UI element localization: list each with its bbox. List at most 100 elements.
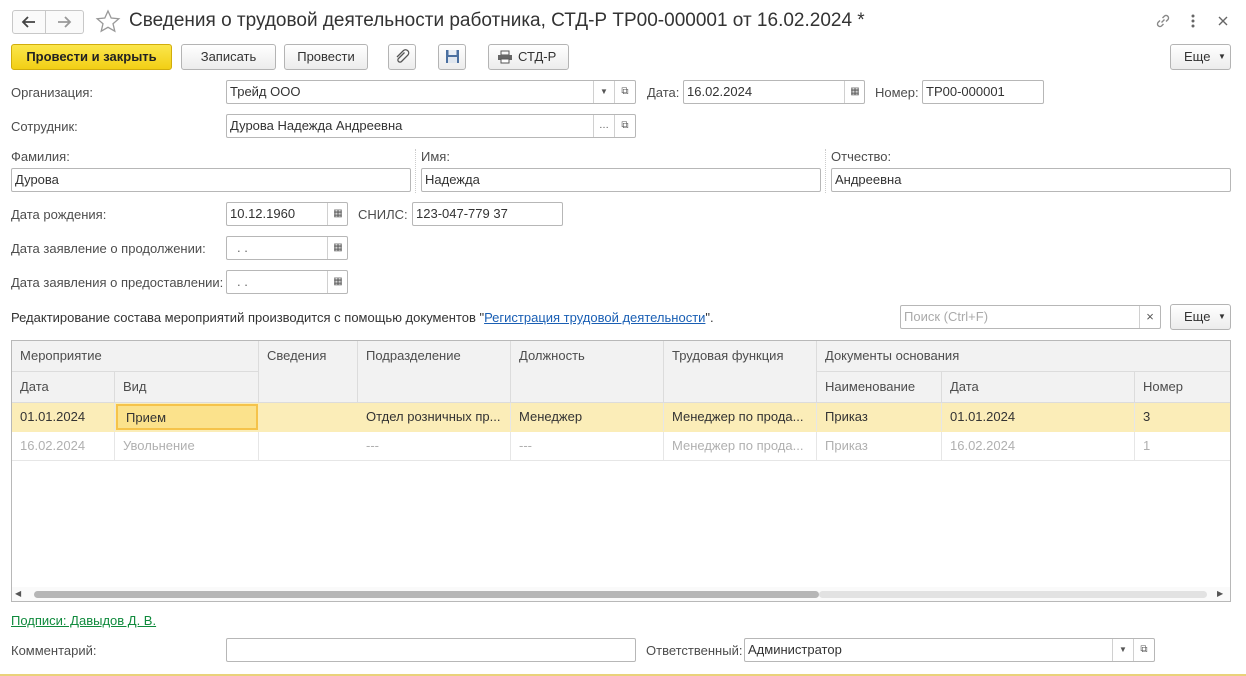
cell-kind[interactable]: Прием	[116, 404, 258, 430]
firstname-value: Надежда	[425, 172, 480, 187]
cell-dept: Отдел розничных пр...	[358, 403, 511, 431]
responsible-dropdown-icon[interactable]: ▼	[1112, 639, 1133, 661]
header-doc-name: Наименование	[817, 372, 942, 403]
cell-doc-name: Приказ	[817, 432, 942, 460]
comment-label: Комментарий:	[11, 643, 97, 658]
arrow-left-icon	[21, 16, 35, 28]
scroll-left-icon[interactable]: ◀	[15, 587, 21, 601]
scrollbar-thumb[interactable]	[34, 591, 819, 598]
back-button[interactable]	[12, 10, 46, 34]
header-position: Должность	[511, 341, 664, 403]
cell-date: 01.01.2024	[12, 403, 115, 431]
snils-field[interactable]: 123-047-779 37	[412, 202, 563, 226]
post-button[interactable]: Провести	[284, 44, 368, 70]
attach-button[interactable]	[388, 44, 416, 70]
comment-field[interactable]	[226, 638, 636, 662]
patronymic-field[interactable]: Андреевна	[831, 168, 1231, 192]
scroll-right-icon[interactable]: ▶	[1217, 587, 1223, 601]
responsible-label: Ответственный:	[646, 643, 743, 658]
info-suffix: ".	[705, 310, 714, 325]
cell-function: Менеджер по прода...	[664, 403, 817, 431]
employee-select-icon[interactable]: …	[593, 115, 614, 137]
favorite-star-icon[interactable]	[95, 9, 121, 35]
calendar-icon[interactable]: ▦	[327, 271, 347, 293]
responsible-open-icon[interactable]: ⧉	[1133, 639, 1154, 661]
arrow-right-icon	[58, 16, 72, 28]
floppy-disk-icon	[446, 50, 459, 63]
table-row[interactable]: 01.01.2024 Прием Отдел розничных пр... М…	[12, 403, 1230, 432]
search-input[interactable]: Поиск (Ctrl+F) ×	[900, 305, 1161, 329]
responsible-field[interactable]: Администратор ▼ ⧉	[744, 638, 1155, 662]
cell-date: 16.02.2024	[12, 432, 115, 460]
search-placeholder: Поиск (Ctrl+F)	[904, 309, 989, 324]
paperclip-icon	[396, 49, 410, 63]
save-button[interactable]: Записать	[181, 44, 276, 70]
provision-date-value: . .	[237, 274, 248, 289]
printer-icon	[498, 50, 512, 64]
provision-date-label: Дата заявления о предоставлении:	[11, 275, 224, 290]
horizontal-scrollbar[interactable]: ◀ ▶	[12, 587, 1230, 601]
link-icon[interactable]	[1154, 12, 1172, 30]
table-more-button[interactable]: Еще ▼	[1170, 304, 1231, 330]
employee-label: Сотрудник:	[11, 119, 78, 134]
patronymic-value: Андреевна	[835, 172, 902, 187]
search-clear-icon[interactable]: ×	[1139, 306, 1160, 328]
more-button[interactable]: Еще ▼	[1170, 44, 1231, 70]
events-table[interactable]: Мероприятие Дата Вид Сведения Подразделе…	[11, 340, 1231, 602]
cell-doc-date: 01.01.2024	[942, 403, 1135, 431]
org-value: Трейд ООО	[230, 84, 301, 99]
responsible-value: Администратор	[748, 642, 842, 657]
header-date: Дата	[12, 372, 115, 403]
header-dept: Подразделение	[358, 341, 511, 403]
window-title: Сведения о трудовой деятельности работни…	[129, 10, 865, 31]
registration-link[interactable]: Регистрация трудовой деятельности	[484, 310, 705, 325]
org-dropdown-icon[interactable]: ▼	[593, 81, 614, 103]
more-label: Еще	[1184, 49, 1211, 64]
employee-open-icon[interactable]: ⧉	[614, 115, 635, 137]
cell-doc-number: 1	[1135, 432, 1230, 460]
number-field[interactable]: ТР00-000001	[922, 80, 1044, 104]
info-text: Редактирование состава мероприятий произ…	[11, 310, 714, 326]
divider	[415, 149, 417, 193]
lastname-value: Дурова	[15, 172, 59, 187]
firstname-label: Имя:	[421, 149, 450, 164]
calendar-icon[interactable]: ▦	[844, 81, 864, 103]
employee-field[interactable]: Дурова Надежда Андреевна … ⧉	[226, 114, 636, 138]
table-row[interactable]: 16.02.2024 Увольнение --- --- Менеджер п…	[12, 432, 1230, 461]
number-value: ТР00-000001	[926, 84, 1005, 99]
continuation-date-label: Дата заявление о продолжении:	[11, 241, 206, 256]
birth-field[interactable]: 10.12.1960 ▦	[226, 202, 348, 226]
org-open-icon[interactable]: ⧉	[614, 81, 635, 103]
continuation-date-field[interactable]: . . ▦	[226, 236, 348, 260]
birth-label: Дата рождения:	[11, 207, 107, 222]
divider	[825, 149, 827, 193]
more-vertical-icon[interactable]	[1186, 12, 1200, 30]
signatures-link[interactable]: Подписи: Давыдов Д. В.	[11, 613, 156, 628]
org-field[interactable]: Трейд ООО ▼ ⧉	[226, 80, 636, 104]
calendar-icon[interactable]: ▦	[327, 237, 347, 259]
continuation-date-value: . .	[237, 240, 248, 255]
close-icon[interactable]	[1214, 12, 1232, 30]
calendar-icon[interactable]: ▦	[327, 203, 347, 225]
org-label: Организация:	[11, 85, 94, 100]
header-docs: Документы основания	[817, 341, 1230, 372]
header-doc-number: Номер	[1135, 372, 1230, 403]
post-and-close-button[interactable]: Провести и закрыть	[11, 44, 172, 70]
lastname-field[interactable]: Дурова	[11, 168, 411, 192]
header-event: Мероприятие	[12, 341, 259, 372]
date-field[interactable]: 16.02.2024 ▦	[683, 80, 865, 104]
snils-value: 123-047-779 37	[416, 206, 508, 221]
birth-value: 10.12.1960	[230, 206, 296, 221]
date-value: 16.02.2024	[687, 84, 753, 99]
save-floppy-button[interactable]	[438, 44, 466, 70]
forward-button[interactable]	[46, 10, 84, 34]
scrollbar-track	[819, 591, 1207, 598]
firstname-field[interactable]: Надежда	[421, 168, 821, 192]
cell-kind: Увольнение	[115, 432, 259, 460]
cell-doc-date: 16.02.2024	[942, 432, 1135, 460]
employee-value: Дурова Надежда Андреевна	[230, 118, 403, 133]
lastname-label: Фамилия:	[11, 149, 70, 164]
snils-label: СНИЛС:	[358, 207, 408, 222]
print-std-button[interactable]: СТД-Р	[488, 44, 569, 70]
provision-date-field[interactable]: . . ▦	[226, 270, 348, 294]
